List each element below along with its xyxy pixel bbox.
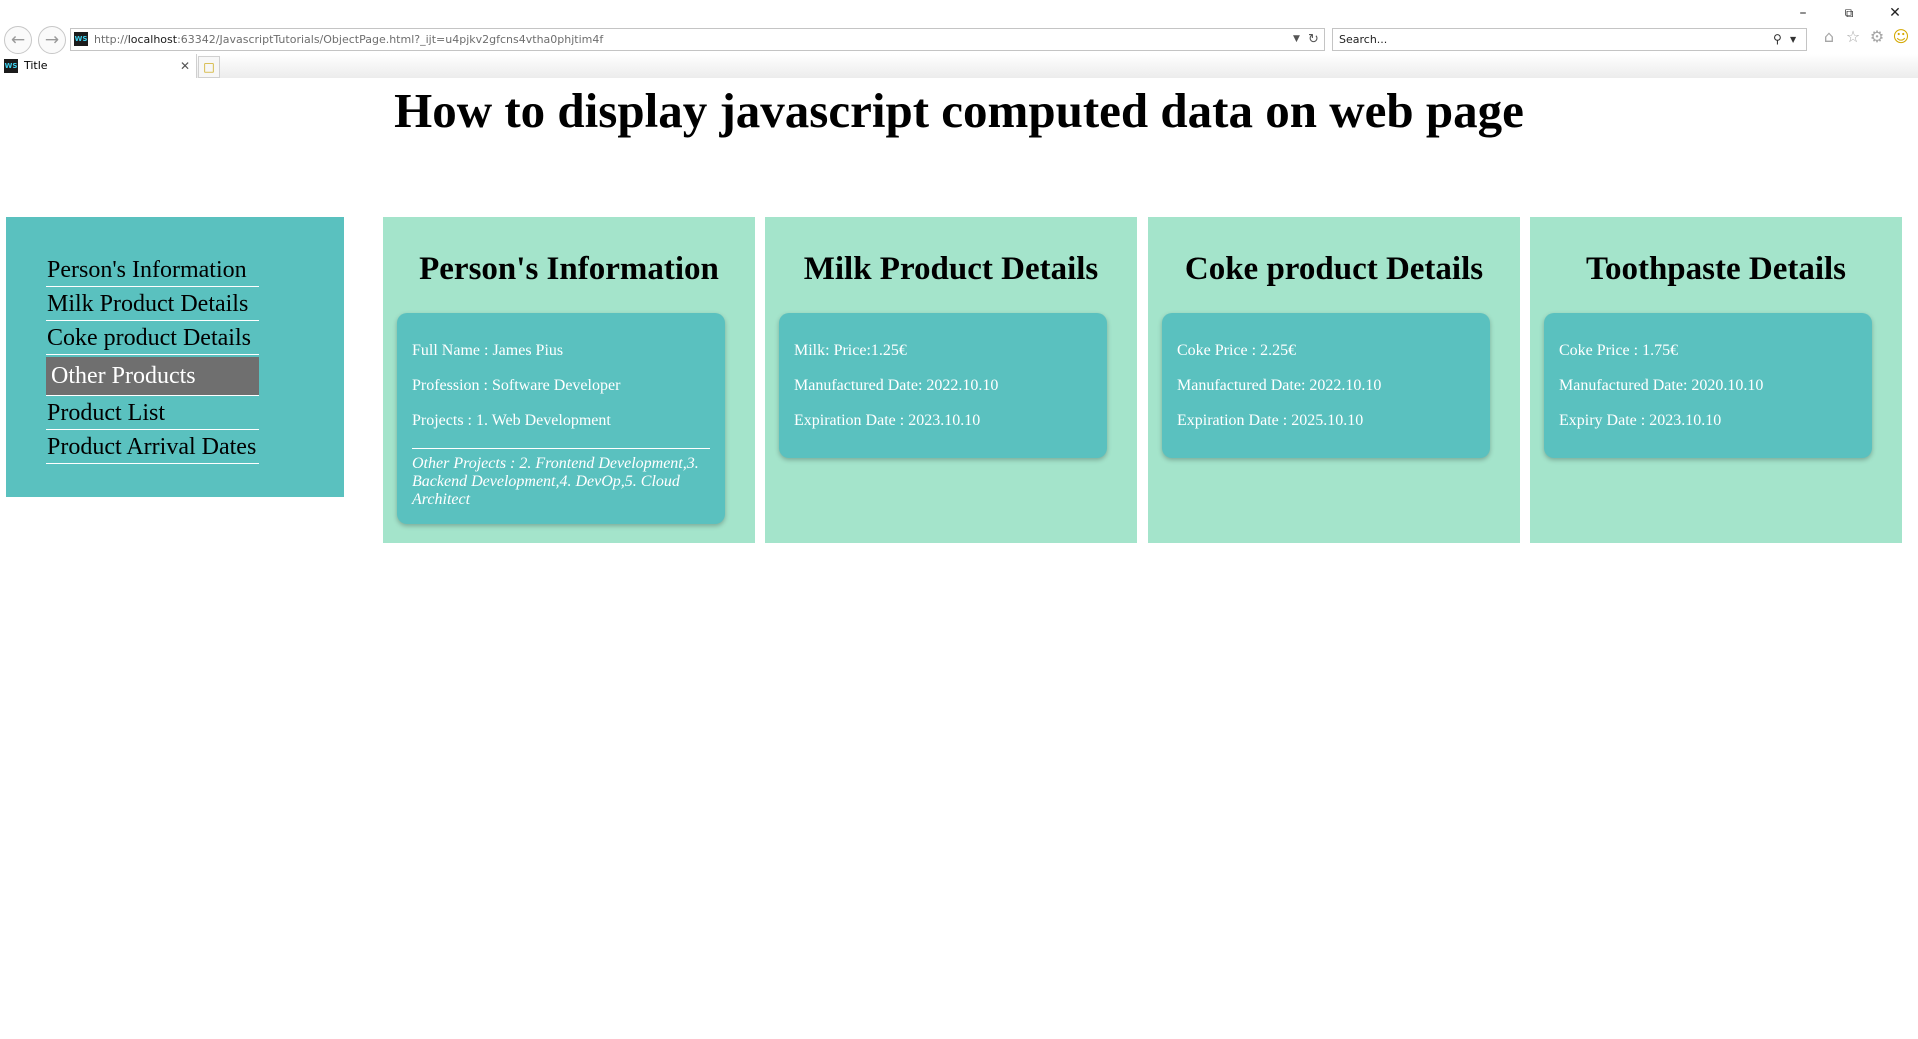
milk-product-card: Milk Product Details Milk: Price:1.25€ M…: [765, 217, 1137, 543]
sidebar-nav: Person's Information Milk Product Detail…: [6, 217, 344, 497]
coke-product-card: Coke product Details Coke Price : 2.25€ …: [1148, 217, 1520, 543]
coke-expiration-date: Expiration Date : 2025.10.10: [1177, 412, 1364, 429]
sidebar-item-persons-information[interactable]: Person's Information: [46, 255, 259, 287]
search-icon[interactable]: ⚲: [1773, 29, 1782, 50]
tab-label: Title: [24, 59, 48, 72]
sidebar-item-product-arrival-dates[interactable]: Product Arrival Dates: [46, 432, 259, 464]
person-card-body: Full Name : James Pius Profession : Soft…: [397, 313, 725, 524]
milk-expiration-date: Expiration Date : 2023.10.10: [794, 412, 981, 429]
search-dropdown-icon[interactable]: ▼: [1790, 29, 1796, 50]
star-icon[interactable]: ☆: [1843, 27, 1863, 47]
coke-price: Coke Price : 2.25€: [1177, 342, 1297, 359]
person-profession: Profession : Software Developer: [412, 377, 621, 394]
browser-toolbar: – ⧉ ✕ ← → WS http://localhost:63342/Java…: [0, 0, 1918, 54]
url-text[interactable]: http://localhost:63342/JavascriptTutoria…: [94, 29, 603, 50]
site-favicon: WS: [74, 32, 88, 46]
refresh-icon[interactable]: ↻: [1308, 29, 1319, 50]
search-input[interactable]: Search...: [1339, 29, 1387, 50]
tab-close-icon[interactable]: ✕: [180, 54, 190, 78]
coke-card-title: Coke product Details: [1184, 251, 1484, 287]
toothpaste-expiry-date: Expiry Date : 2023.10.10: [1559, 412, 1722, 429]
milk-price: Milk: Price:1.25€: [794, 342, 907, 359]
page-title: How to display javascript computed data …: [394, 83, 1524, 138]
url-prefix: http://: [94, 33, 128, 46]
person-full-name: Full Name : James Pius: [412, 342, 564, 359]
sidebar-item-milk-product-details[interactable]: Milk Product Details: [46, 289, 259, 321]
toothpaste-card-body: Coke Price : 1.75€ Manufactured Date: 20…: [1544, 313, 1872, 458]
tab-title[interactable]: WS Title ✕: [0, 54, 197, 78]
home-icon[interactable]: ⌂: [1819, 27, 1839, 47]
divider: [412, 448, 710, 449]
chevron-down-icon[interactable]: ▼: [1293, 29, 1300, 50]
new-tab-icon[interactable]: □: [198, 56, 220, 78]
address-bar[interactable]: WS http://localhost:63342/JavascriptTuto…: [70, 28, 1325, 51]
milk-card-title: Milk Product Details: [803, 251, 1099, 287]
toothpaste-price: Coke Price : 1.75€: [1559, 342, 1679, 359]
sidebar-list: Person's Information Milk Product Detail…: [46, 255, 259, 466]
tab-strip: WS Title ✕ □: [0, 54, 1918, 78]
milk-card-body: Milk: Price:1.25€ Manufactured Date: 202…: [779, 313, 1107, 458]
person-info-card: Person's Information Full Name : James P…: [383, 217, 755, 543]
tab-favicon: WS: [4, 59, 18, 73]
url-host: localhost: [127, 33, 178, 46]
back-arrow-icon[interactable]: ←: [4, 26, 32, 54]
person-card-title: Person's Information: [419, 251, 719, 287]
toothpaste-card-title: Toothpaste Details: [1585, 251, 1847, 287]
smiley-icon[interactable]: ☺: [1891, 27, 1911, 47]
coke-card-body: Coke Price : 2.25€ Manufactured Date: 20…: [1162, 313, 1490, 458]
restore-icon[interactable]: ⧉: [1838, 2, 1860, 24]
sidebar-item-product-list[interactable]: Product List: [46, 398, 259, 430]
toothpaste-card: Toothpaste Details Coke Price : 1.75€ Ma…: [1530, 217, 1902, 543]
gear-icon[interactable]: ⚙: [1867, 27, 1887, 47]
forward-arrow-icon[interactable]: →: [38, 26, 66, 54]
person-projects: Projects : 1. Web Development: [412, 412, 611, 429]
coke-manufactured-date: Manufactured Date: 2022.10.10: [1177, 377, 1382, 394]
person-other-projects: Other Projects : 2. Frontend Development…: [412, 455, 699, 508]
minimize-icon[interactable]: –: [1792, 2, 1814, 24]
url-rest: :63342/JavascriptTutorials/ObjectPage.ht…: [177, 33, 604, 46]
sidebar-item-other-products[interactable]: Other Products: [46, 357, 259, 396]
milk-manufactured-date: Manufactured Date: 2022.10.10: [794, 377, 999, 394]
toothpaste-manufactured-date: Manufactured Date: 2020.10.10: [1559, 377, 1764, 394]
close-icon[interactable]: ✕: [1884, 2, 1906, 24]
search-bar[interactable]: Search... ⚲ ▼: [1332, 28, 1807, 51]
sidebar-item-coke-product-details[interactable]: Coke product Details: [46, 323, 259, 355]
